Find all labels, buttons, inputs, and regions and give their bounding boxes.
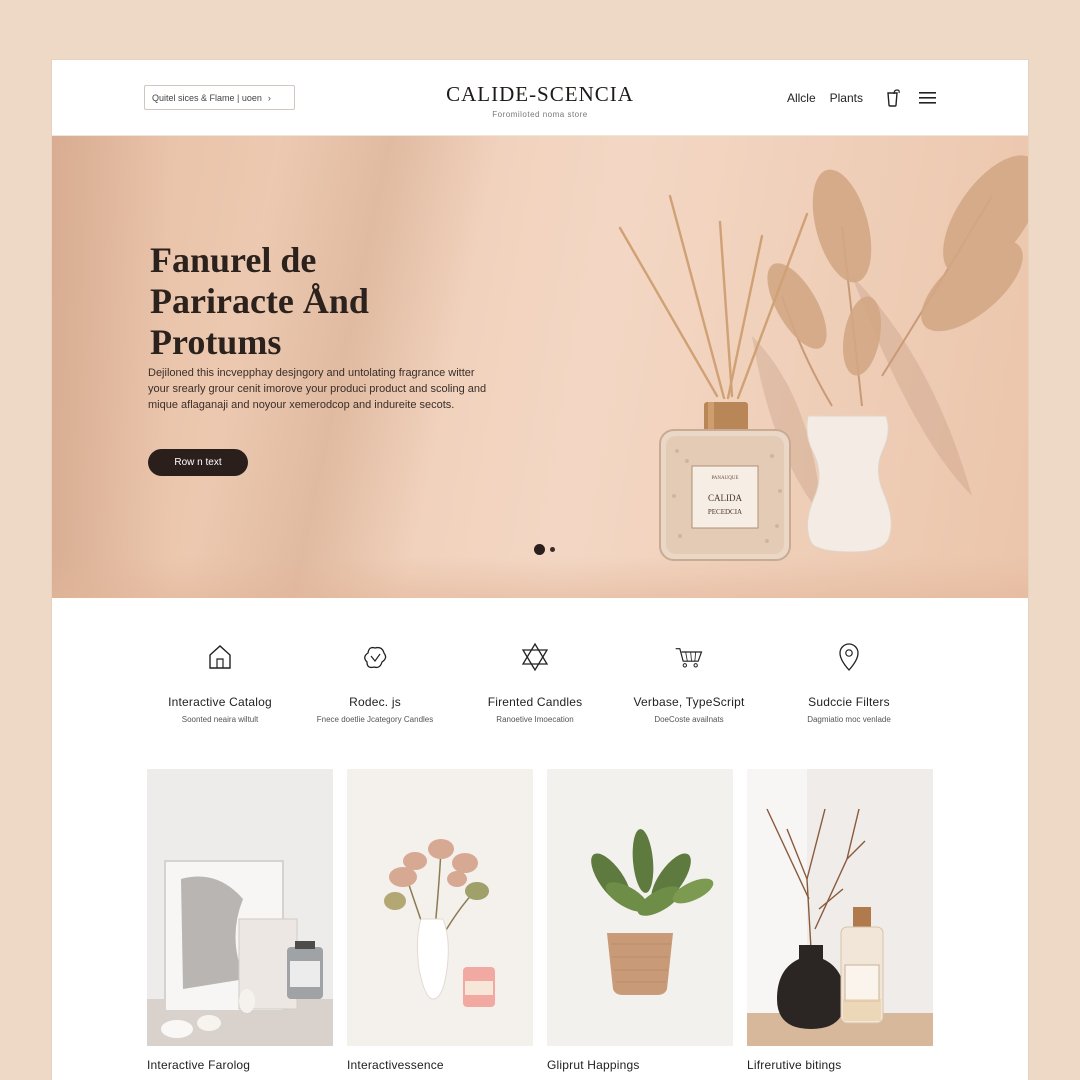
hero-cta-button[interactable]: Row n text (148, 449, 248, 476)
nav-link-plants[interactable]: Plants (830, 91, 863, 105)
brand-subtitle: Foromiloted noma store (492, 110, 588, 119)
star-of-david-icon (521, 642, 549, 672)
search-pill-label: Quitel sices & Flame | uoen (152, 92, 262, 103)
feature-title: Sudccie Filters (808, 695, 890, 709)
hero-banner: Fanurel de Pariracte Ånd Protums Dejilon… (52, 136, 1028, 598)
shopping-bag-icon[interactable] (885, 89, 901, 107)
hero-title-line: Fanurel de (150, 240, 317, 280)
jar-label-line2: PECEDCIA (708, 508, 742, 516)
feature-row: Interactive Catalog Soonted neaira wiltu… (52, 640, 1028, 740)
home-icon (209, 645, 231, 669)
brand-logo[interactable]: CALIDE-SCENCIA Foromiloted noma store (392, 82, 688, 119)
carousel-dots (534, 544, 555, 555)
hero-title: Fanurel de Pariracte Ånd Protums (150, 240, 369, 363)
feature-item[interactable]: Sudccie Filters Dagmiatio moc venlade (749, 640, 949, 724)
hero-product-image: PANAUQUE CALIDA PECEDCIA (618, 155, 1028, 561)
feature-subtitle: Dagmiatio moc venlade (807, 715, 891, 724)
hero-title-line: Pariracte Ånd (150, 281, 369, 321)
product-card[interactable]: Interactive Farolog (147, 769, 333, 1072)
search-pill[interactable]: Quitel sices & Flame | uoen › (144, 85, 295, 110)
product-name: Interactive Farolog (147, 1058, 251, 1072)
flower-icon (364, 646, 387, 669)
product-image[interactable] (547, 769, 733, 1046)
product-name: Interactivessence (347, 1058, 444, 1072)
main-nav: Allcle Plants (787, 89, 936, 107)
product-image[interactable] (147, 769, 333, 1046)
carousel-dot[interactable] (550, 547, 555, 552)
product-card[interactable]: Gliprut Happings (547, 769, 733, 1072)
brand-title: CALIDE-SCENCIA (446, 82, 634, 106)
product-name: Lifrerutive bitings (747, 1058, 842, 1072)
chevron-right-icon: › (267, 92, 271, 103)
carousel-dot-active[interactable] (534, 544, 545, 555)
hamburger-menu-icon[interactable] (919, 91, 936, 105)
product-name: Gliprut Happings (547, 1058, 640, 1072)
jar-label-line1: CALIDA (708, 493, 742, 503)
hero-title-line: Protums (150, 322, 282, 362)
jar-label-top: PANAUQUE (711, 476, 738, 481)
product-grid: Interactive Farolog Interactivessence Gl… (147, 769, 933, 1079)
nav-link-allcle[interactable]: Allcle (787, 91, 816, 105)
hero-description: Dejiloned this incvepphay desjngory and … (148, 367, 487, 411)
product-card[interactable]: Interactivessence (347, 769, 533, 1072)
shopping-cart-icon (675, 648, 703, 668)
product-card[interactable]: Lifrerutive bitings (747, 769, 933, 1072)
page-frame: Quitel sices & Flame | uoen › CALIDE-SCE… (52, 60, 1028, 1080)
product-image[interactable] (347, 769, 533, 1046)
location-pin-icon (839, 643, 859, 671)
product-image[interactable] (747, 769, 933, 1046)
site-header: Quitel sices & Flame | uoen › CALIDE-SCE… (52, 60, 1028, 136)
